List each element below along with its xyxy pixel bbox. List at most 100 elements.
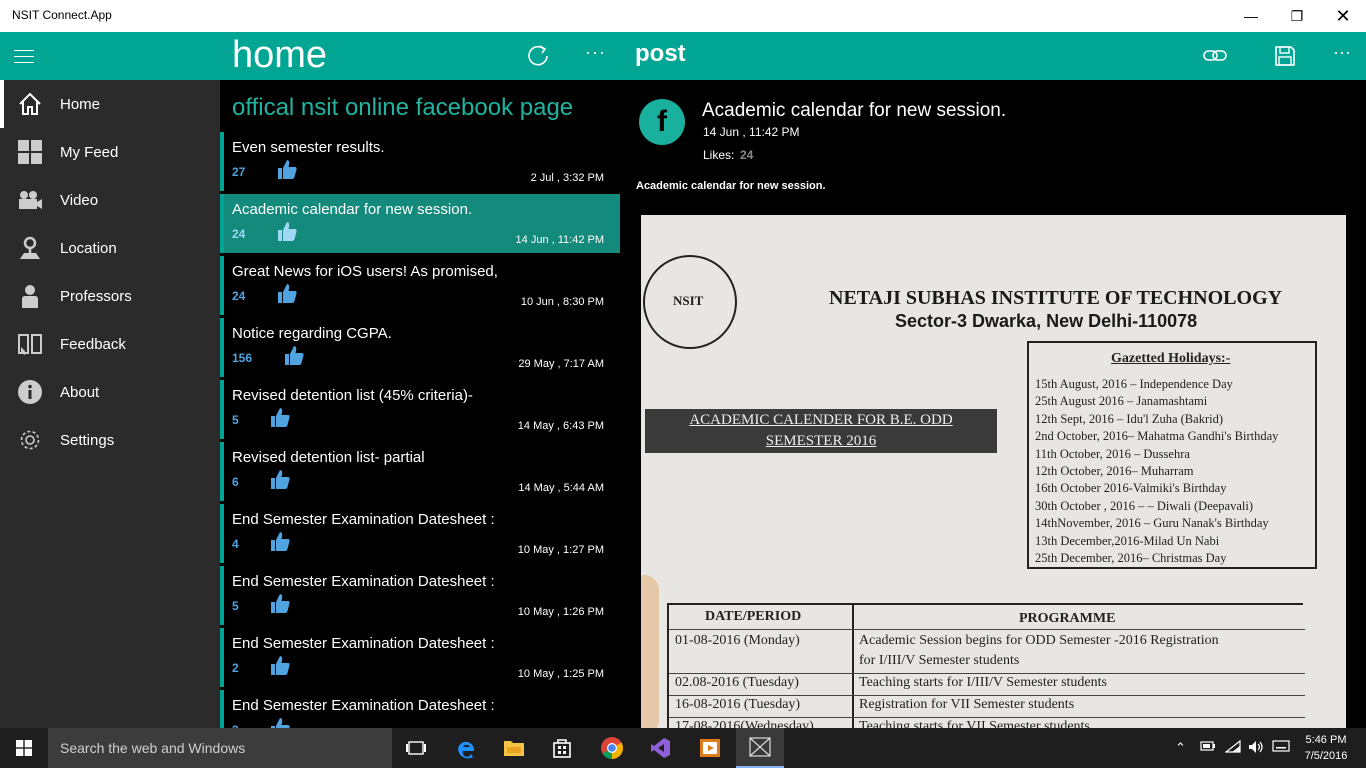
- clock[interactable]: 5:46 PM 7/5/2016: [1298, 732, 1354, 764]
- post-title: Academic calendar for new session.: [702, 100, 1007, 121]
- list-item[interactable]: End Semester Examination Datesheet :3: [220, 690, 620, 728]
- post-item-date: 2 Jul , 3:32 PM: [530, 172, 604, 184]
- thumbs-up-icon[interactable]: [276, 220, 298, 242]
- restore-icon: ❐: [1290, 7, 1304, 24]
- list-item[interactable]: Academic calendar for new session. 24 14 J…: [220, 194, 620, 253]
- holiday-item: 14thNovember, 2016 – Guru Nanak's Birthd…: [1035, 516, 1269, 531]
- thumbs-up-icon[interactable]: [269, 654, 291, 676]
- save-icon[interactable]: [1275, 46, 1295, 71]
- post-item-title: Great News for iOS users! As promised,: [232, 263, 498, 280]
- task-view-icon[interactable]: [392, 728, 440, 768]
- chevron-up-icon[interactable]: ⌃: [1175, 740, 1186, 756]
- list-item[interactable]: Notice regarding CGPA. 156 29 May , 7:17 A…: [220, 318, 620, 377]
- thumbs-up-icon[interactable]: [276, 158, 298, 180]
- post-item-likes: 6: [232, 475, 239, 489]
- post-item-date: 29 May , 7:17 AM: [518, 358, 604, 370]
- sidebar-item-label: Professors: [60, 287, 132, 305]
- sidebar-item-label: Feedback: [60, 335, 126, 353]
- feedback-book-icon: [0, 331, 60, 357]
- page-title: home: [232, 34, 328, 76]
- nsit-emblem: NSIT: [643, 255, 737, 349]
- sidebar-item-settings[interactable]: Settings: [0, 416, 220, 464]
- sidebar-item-feedback[interactable]: Feedback: [0, 320, 220, 368]
- restore-button[interactable]: ❐: [1274, 0, 1320, 32]
- sidebar-item-location[interactable]: Location: [0, 224, 220, 272]
- list-item[interactable]: End Semester Examination Datesheet : 4 10 …: [220, 504, 620, 563]
- clock-time: 5:46 PM: [1305, 734, 1347, 746]
- battery-icon[interactable]: [1200, 740, 1216, 755]
- post-item-likes: 27: [232, 165, 246, 179]
- start-button[interactable]: [0, 728, 48, 768]
- holiday-item: 13th December,2016-Milad Un Nabi: [1035, 533, 1220, 548]
- post-list: offical nsit online facebook page Even s…: [220, 80, 635, 728]
- list-item[interactable]: End Semester Examination Datesheet : 5 10 …: [220, 566, 620, 625]
- sidebar: Home My Feed Video Location Professors F…: [0, 80, 220, 728]
- thumbs-up-icon[interactable]: [269, 592, 291, 614]
- list-item[interactable]: Great News for iOS users! As promised, 24…: [220, 256, 620, 315]
- likes-label: Likes:: [703, 148, 735, 162]
- holidays-title: Gazetted Holidays:-: [1111, 351, 1231, 366]
- post-item-title: End Semester Examination Datesheet :: [232, 573, 495, 590]
- post-item-title: Revised detention list- partial: [232, 449, 425, 466]
- post-item-title: Notice regarding CGPA.: [232, 325, 392, 342]
- search-box[interactable]: Search the web and Windows: [48, 728, 392, 768]
- link-icon[interactable]: [1203, 46, 1227, 71]
- chrome-icon[interactable]: [588, 728, 636, 768]
- finger: [641, 575, 659, 728]
- keyboard-icon[interactable]: [1272, 740, 1290, 755]
- post-item-title: Revised detention list (45% criteria)-: [232, 387, 473, 404]
- close-button[interactable]: ✕: [1320, 0, 1366, 32]
- volume-icon[interactable]: [1248, 740, 1264, 757]
- sidebar-item-about[interactable]: About: [0, 368, 220, 416]
- hamburger-icon[interactable]: [14, 50, 34, 64]
- post-image[interactable]: NSIT NETAJI SUBHAS INSTITUTE OF TECHNOLO…: [641, 215, 1346, 728]
- file-explorer-icon[interactable]: [490, 728, 538, 768]
- post-item-likes: 24: [232, 289, 246, 303]
- list-item[interactable]: Even semester results. 27 2 Jul , 3:32 PM: [220, 132, 620, 191]
- holiday-item: 11th October, 2016 – Dussehra: [1035, 446, 1190, 461]
- list-item[interactable]: Revised detention list (45% criteria)- 5 1…: [220, 380, 620, 439]
- table-programme-cell: Registration for VII Semester students: [859, 697, 1075, 712]
- media-player-icon[interactable]: [686, 728, 734, 768]
- detail-header: post ···: [625, 32, 1366, 80]
- wifi-icon[interactable]: [1224, 739, 1241, 757]
- list-item[interactable]: End Semester Examination Datesheet : 2 10 …: [220, 628, 620, 687]
- thumbs-up-icon[interactable]: [269, 530, 291, 552]
- thumbs-up-icon[interactable]: [269, 406, 291, 428]
- calendar-table: DATE/PERIOD PROGRAMME 01-08-2016 (Monday…: [667, 603, 1305, 728]
- store-icon[interactable]: [538, 728, 586, 768]
- table-date-cell: 01-08-2016 (Monday): [675, 633, 800, 648]
- holiday-item: 12th Sept, 2016 – Idu'l Zuha (Bakrid): [1035, 411, 1223, 426]
- minimize-button[interactable]: —: [1228, 0, 1274, 32]
- page-name: offical nsit online facebook page: [232, 94, 574, 121]
- table-programme-cell: Academic Session begins for ODD Semester…: [859, 633, 1219, 648]
- table-date-cell: 02.08-2016 (Tuesday): [675, 675, 799, 690]
- table-date-cell: 16-08-2016 (Tuesday): [675, 697, 801, 712]
- home-icon: [0, 91, 60, 117]
- sidebar-item-my-feed[interactable]: My Feed: [0, 128, 220, 176]
- thumbs-up-icon[interactable]: [283, 344, 305, 366]
- post-item-date: 10 May , 1:26 PM: [517, 606, 604, 618]
- list-header: home ···: [220, 32, 635, 80]
- thumbs-up-icon[interactable]: [269, 716, 291, 728]
- holiday-item: 30th October , 2016 – – Diwali (Deepaval…: [1035, 498, 1253, 513]
- post-item-date: 14 May , 6:43 PM: [517, 420, 604, 432]
- list-more-button[interactable]: ···: [585, 42, 606, 63]
- refresh-icon[interactable]: [526, 44, 550, 73]
- sidebar-item-professors[interactable]: Professors: [0, 272, 220, 320]
- thumbs-up-icon[interactable]: [269, 468, 291, 490]
- thumbs-up-icon[interactable]: [276, 282, 298, 304]
- sidebar-item-video[interactable]: Video: [0, 176, 220, 224]
- detail-title: post: [635, 40, 686, 67]
- edge-icon[interactable]: [442, 728, 490, 768]
- sidebar-item-home[interactable]: Home: [0, 80, 220, 128]
- visual-studio-icon[interactable]: [636, 728, 684, 768]
- post-item-likes: 2: [232, 661, 239, 675]
- map-pin-icon: [0, 235, 60, 261]
- list-item[interactable]: Revised detention list- partial 6 14 May ,…: [220, 442, 620, 501]
- post-item-date: 14 May , 5:44 AM: [518, 482, 604, 494]
- post-date: 14 Jun , 11:42 PM: [703, 125, 800, 139]
- nsit-connect-icon[interactable]: [736, 728, 784, 768]
- detail-more-button[interactable]: ···: [1333, 42, 1351, 63]
- holiday-item: 12th October, 2016– Muharram: [1035, 464, 1194, 478]
